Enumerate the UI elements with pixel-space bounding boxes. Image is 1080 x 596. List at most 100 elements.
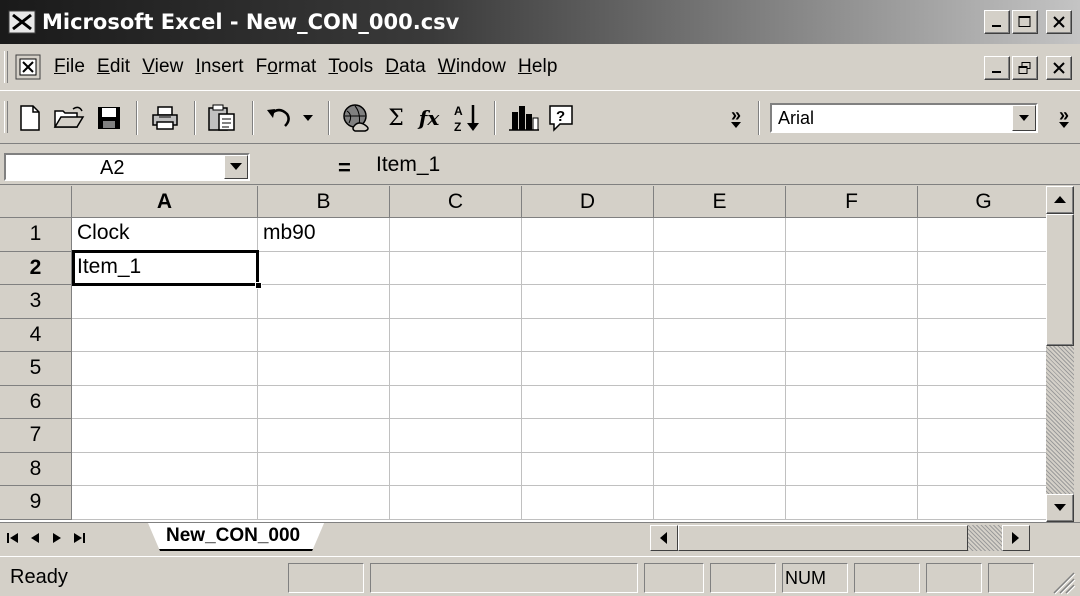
cell-g4[interactable] bbox=[918, 319, 1046, 352]
column-header-g[interactable]: G bbox=[918, 186, 1046, 218]
excel-app-icon[interactable] bbox=[8, 10, 36, 34]
cell-g9[interactable] bbox=[918, 486, 1046, 520]
cell-b3[interactable] bbox=[258, 285, 390, 319]
paste-function-button[interactable]: fx bbox=[414, 103, 444, 133]
cell-e8[interactable] bbox=[654, 452, 786, 486]
row-header-9[interactable]: 9 bbox=[0, 486, 72, 520]
scroll-left-button[interactable] bbox=[650, 525, 678, 551]
font-dropdown-button[interactable] bbox=[1012, 105, 1036, 131]
help-button[interactable]: ? bbox=[546, 103, 576, 133]
vertical-scrollbar[interactable] bbox=[1046, 186, 1074, 522]
minimize-button[interactable] bbox=[984, 10, 1010, 34]
cell-e6[interactable] bbox=[654, 385, 786, 419]
undo-dropdown[interactable] bbox=[300, 103, 316, 133]
previous-sheet-button[interactable] bbox=[24, 527, 46, 549]
next-sheet-button[interactable] bbox=[46, 527, 68, 549]
cell-d9[interactable] bbox=[522, 486, 654, 520]
menu-insert[interactable]: Insert bbox=[195, 56, 243, 78]
cell-d5[interactable] bbox=[522, 352, 654, 386]
doc-close-button[interactable] bbox=[1046, 56, 1072, 80]
row-header-3[interactable]: 3 bbox=[0, 285, 72, 319]
cell-f7[interactable] bbox=[786, 419, 918, 453]
paste-button[interactable] bbox=[206, 103, 238, 133]
new-button[interactable] bbox=[16, 103, 44, 133]
menu-tools[interactable]: Tools bbox=[328, 56, 373, 78]
menu-window[interactable]: Window bbox=[438, 56, 506, 78]
formatting-more-button[interactable]: » bbox=[1052, 103, 1076, 133]
cell-a5[interactable] bbox=[72, 352, 258, 386]
cell-c4[interactable] bbox=[390, 318, 522, 352]
cell-c2[interactable] bbox=[390, 251, 522, 285]
toolbar-grip[interactable] bbox=[4, 101, 8, 133]
cell-c9[interactable] bbox=[390, 486, 522, 520]
cell-b1[interactable]: mb90 bbox=[258, 218, 390, 252]
cell-a8[interactable] bbox=[72, 452, 258, 486]
row-header-5[interactable]: 5 bbox=[0, 352, 72, 386]
doc-minimize-button[interactable] bbox=[984, 56, 1010, 80]
name-box-dropdown[interactable] bbox=[224, 155, 248, 179]
cell-e2[interactable] bbox=[654, 251, 786, 285]
cell-g2[interactable] bbox=[918, 252, 1046, 285]
undo-button[interactable] bbox=[262, 103, 298, 133]
cell-f3[interactable] bbox=[786, 285, 918, 319]
cell-g7[interactable] bbox=[918, 419, 1046, 453]
cell-b9[interactable] bbox=[258, 486, 390, 520]
row-header-2[interactable]: 2 bbox=[0, 251, 72, 285]
cell-f4[interactable] bbox=[786, 318, 918, 352]
scroll-down-button[interactable] bbox=[1046, 494, 1074, 522]
resize-grip-icon[interactable] bbox=[1050, 569, 1076, 595]
menu-format[interactable]: Format bbox=[256, 56, 317, 78]
cell-g3[interactable] bbox=[918, 285, 1046, 319]
cell-b8[interactable] bbox=[258, 452, 390, 486]
cell-f1[interactable] bbox=[786, 218, 918, 252]
sort-ascending-button[interactable]: AZ bbox=[450, 103, 484, 133]
cell-c7[interactable] bbox=[390, 419, 522, 453]
column-header-e[interactable]: E bbox=[654, 186, 786, 218]
cell-e9[interactable] bbox=[654, 486, 786, 520]
select-all-corner[interactable] bbox=[0, 186, 72, 218]
menu-help[interactable]: Help bbox=[518, 56, 557, 78]
cell-a4[interactable] bbox=[72, 318, 258, 352]
save-button[interactable] bbox=[94, 103, 124, 133]
menubar-grip[interactable] bbox=[4, 51, 8, 83]
horizontal-scroll-thumb[interactable] bbox=[678, 525, 968, 551]
cell-a9[interactable] bbox=[72, 486, 258, 520]
menu-view[interactable]: View bbox=[142, 56, 183, 78]
cell-f9[interactable] bbox=[786, 486, 918, 520]
cell-d8[interactable] bbox=[522, 452, 654, 486]
cell-f5[interactable] bbox=[786, 352, 918, 386]
horizontal-scroll-track[interactable] bbox=[968, 525, 1002, 551]
menu-data[interactable]: Data bbox=[385, 56, 426, 78]
cell-f6[interactable] bbox=[786, 385, 918, 419]
menu-file[interactable]: File bbox=[54, 56, 85, 78]
font-name-dropdown[interactable]: Arial bbox=[770, 103, 1038, 133]
last-sheet-button[interactable] bbox=[68, 527, 90, 549]
cell-f2[interactable] bbox=[786, 251, 918, 285]
column-header-c[interactable]: C bbox=[390, 186, 522, 218]
menu-edit[interactable]: Edit bbox=[97, 56, 130, 78]
scroll-up-button[interactable] bbox=[1046, 186, 1074, 214]
cell-f8[interactable] bbox=[786, 452, 918, 486]
sheet-tab-new-con-000[interactable]: New_CON_000 bbox=[148, 523, 324, 551]
scroll-right-button[interactable] bbox=[1002, 525, 1030, 551]
cell-a1[interactable]: Clock bbox=[72, 218, 258, 252]
cell-b5[interactable] bbox=[258, 352, 390, 386]
cell-c1[interactable] bbox=[390, 218, 522, 252]
cell-c8[interactable] bbox=[390, 452, 522, 486]
cell-b2[interactable] bbox=[258, 251, 390, 285]
cell-a7[interactable] bbox=[72, 419, 258, 453]
row-header-6[interactable]: 6 bbox=[0, 385, 72, 419]
cell-c5[interactable] bbox=[390, 352, 522, 386]
row-header-1[interactable]: 1 bbox=[0, 218, 72, 252]
cell-d1[interactable] bbox=[522, 218, 654, 252]
name-box[interactable]: A2 bbox=[4, 153, 250, 181]
maximize-button[interactable] bbox=[1012, 10, 1038, 34]
cell-e5[interactable] bbox=[654, 352, 786, 386]
cell-e7[interactable] bbox=[654, 419, 786, 453]
cell-e4[interactable] bbox=[654, 318, 786, 352]
cell-g6[interactable] bbox=[918, 386, 1046, 419]
cell-d6[interactable] bbox=[522, 385, 654, 419]
column-header-b[interactable]: B bbox=[258, 186, 390, 218]
cell-c6[interactable] bbox=[390, 385, 522, 419]
chart-wizard-button[interactable] bbox=[506, 103, 542, 133]
